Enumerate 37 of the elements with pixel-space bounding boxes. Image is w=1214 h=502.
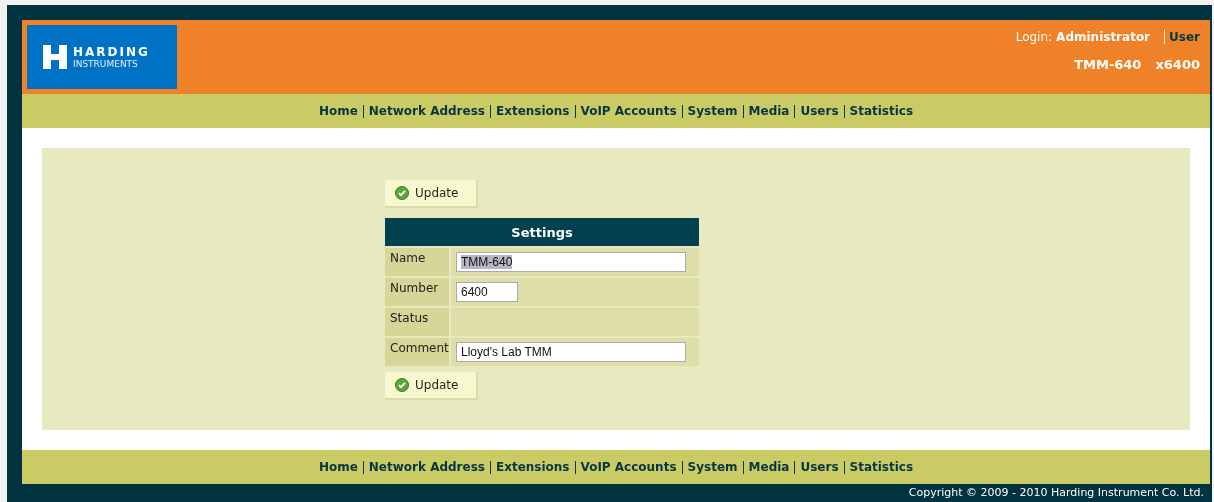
update-button[interactable]: Update bbox=[385, 180, 479, 208]
nav-link[interactable]: Users bbox=[794, 104, 844, 118]
nav-link[interactable]: Home bbox=[313, 460, 363, 474]
nav-link[interactable]: VoIP Accounts bbox=[574, 460, 682, 474]
nav-link[interactable]: Extensions bbox=[489, 104, 575, 118]
nav-link[interactable]: Statistics bbox=[843, 460, 919, 474]
input-field[interactable]: TMM-640 bbox=[456, 252, 686, 272]
login-label: Login: bbox=[1015, 30, 1053, 44]
field-label: Comment bbox=[385, 338, 451, 366]
nav-link[interactable]: VoIP Accounts bbox=[574, 104, 682, 118]
update-button[interactable]: Update bbox=[385, 372, 479, 400]
input-field[interactable]: Lloyd's Lab TMM bbox=[456, 342, 686, 362]
field-label: Name bbox=[385, 248, 451, 276]
copyright: Copyright © 2009 - 2010 Harding Instrument Co. Ltd. bbox=[908, 486, 1204, 499]
field-label: Status bbox=[385, 308, 451, 336]
nav-link[interactable]: Home bbox=[313, 104, 363, 118]
check-icon bbox=[395, 186, 409, 200]
logo-h-icon bbox=[43, 45, 67, 69]
login-user: Administrator bbox=[1056, 30, 1151, 44]
nav-link[interactable]: Users bbox=[794, 460, 844, 474]
nav-link[interactable]: Statistics bbox=[843, 104, 919, 118]
nav-link[interactable]: Network Address bbox=[362, 460, 490, 474]
check-icon bbox=[395, 378, 409, 392]
nav-link[interactable]: System bbox=[681, 104, 743, 118]
nav-link[interactable]: Media bbox=[742, 104, 795, 118]
nav-link[interactable]: System bbox=[681, 460, 743, 474]
device-name: TMM-640 bbox=[1074, 57, 1142, 72]
nav-link[interactable]: Extensions bbox=[489, 460, 575, 474]
nav-link[interactable]: Media bbox=[742, 460, 795, 474]
logo-subtitle: INSTRUMENTS bbox=[73, 58, 139, 70]
logo-title: HARDING bbox=[73, 44, 150, 59]
user-link[interactable]: User bbox=[1164, 30, 1200, 44]
field-label: Number bbox=[385, 278, 451, 306]
device-extension: x6400 bbox=[1155, 57, 1200, 72]
settings-header: Settings bbox=[385, 218, 699, 246]
input-field[interactable]: 6400 bbox=[456, 282, 518, 302]
nav-link[interactable]: Network Address bbox=[362, 104, 490, 118]
